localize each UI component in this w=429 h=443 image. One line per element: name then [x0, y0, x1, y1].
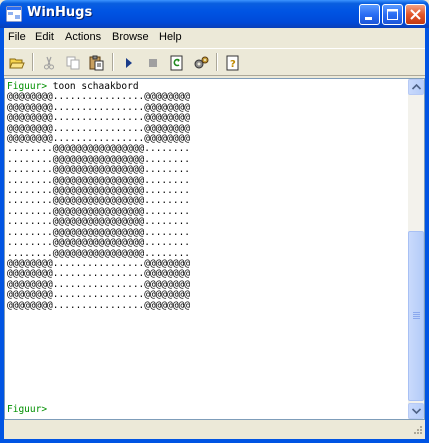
menu-bar: File Edit Actions Browse Help — [4, 28, 425, 48]
console-line: @@@@@@@@................@@@@@@@@ — [7, 101, 191, 113]
console-line: @@@@@@@@................@@@@@@@@ — [7, 133, 191, 145]
minimize-button[interactable] — [359, 4, 380, 25]
grip-line — [413, 314, 420, 315]
input-prompt[interactable]: Figuur> — [7, 404, 47, 415]
reload-button[interactable] — [166, 52, 188, 74]
console-line: ........@@@@@@@@@@@@@@@@........ — [7, 205, 191, 217]
stop-button[interactable] — [142, 52, 164, 74]
vertical-scrollbar[interactable] — [408, 79, 424, 419]
help-button[interactable]: ? — [222, 52, 244, 74]
copy-button[interactable] — [62, 52, 84, 74]
cut-button[interactable] — [38, 52, 60, 74]
console-line: ........@@@@@@@@@@@@@@@@........ — [7, 185, 191, 197]
console-line: @@@@@@@@................@@@@@@@@ — [7, 112, 191, 124]
menu-file[interactable]: File — [8, 31, 26, 43]
console-line: ........@@@@@@@@@@@@@@@@........ — [7, 143, 191, 155]
console-line: @@@@@@@@................@@@@@@@@ — [7, 91, 191, 103]
console-prompt: Figuur> — [7, 81, 48, 92]
window-frame-right — [425, 28, 429, 443]
console-output[interactable]: Figuur> toon schaakbord @@@@@@@@........… — [4, 78, 425, 420]
console-line: @@@@@@@@................@@@@@@@@ — [7, 289, 191, 301]
minimize-icon — [365, 17, 372, 20]
grip-line — [413, 312, 420, 313]
run-icon — [126, 58, 132, 68]
reload-icon — [170, 55, 183, 71]
console-line: ........@@@@@@@@@@@@@@@@........ — [7, 195, 191, 207]
svg-text:?: ? — [230, 59, 236, 70]
console-line: @@@@@@@@................@@@@@@@@ — [7, 299, 191, 311]
console-line: @@@@@@@@................@@@@@@@@ — [7, 122, 191, 134]
copy-icon — [66, 56, 80, 70]
grip-line — [413, 318, 420, 319]
paste-icon — [89, 55, 104, 71]
chessboard-output: @@@@@@@@................@@@@@@@@ @@@@@@@… — [7, 91, 191, 311]
console-line: ........@@@@@@@@@@@@@@@@........ — [7, 174, 191, 186]
toolbar-separator — [216, 53, 218, 71]
maximize-button[interactable] — [382, 4, 403, 25]
stop-icon — [149, 59, 157, 67]
winhugs-window: WinHugs File Edit Actions Browse Help ? … — [0, 0, 429, 443]
console-line: ........@@@@@@@@@@@@@@@@........ — [7, 226, 191, 238]
console-line: @@@@@@@@................@@@@@@@@ — [7, 278, 191, 290]
chevron-down-icon — [412, 408, 421, 414]
console-line: ........@@@@@@@@@@@@@@@@........ — [7, 164, 191, 176]
menu-help[interactable]: Help — [159, 31, 182, 43]
scroll-thumb[interactable] — [408, 231, 424, 401]
title-bar[interactable]: WinHugs — [0, 0, 429, 28]
scroll-down-button[interactable] — [408, 403, 424, 419]
chevron-up-icon — [412, 84, 421, 90]
app-icon[interactable] — [5, 5, 23, 23]
options-icon — [194, 56, 209, 69]
menu-browse[interactable]: Browse — [112, 31, 149, 43]
status-bar — [4, 421, 425, 439]
toolbar-separator — [32, 53, 34, 71]
console-line: ........@@@@@@@@@@@@@@@@........ — [7, 237, 191, 249]
console-line: ........@@@@@@@@@@@@@@@@........ — [7, 216, 191, 228]
options-button[interactable] — [190, 52, 212, 74]
resize-grip-icon[interactable] — [411, 425, 423, 437]
console-line: ........@@@@@@@@@@@@@@@@........ — [7, 247, 191, 259]
close-icon — [410, 9, 421, 20]
window-frame-bottom — [0, 439, 429, 443]
cut-icon — [44, 56, 54, 70]
console-line: @@@@@@@@................@@@@@@@@ — [7, 257, 191, 269]
window-title: WinHugs — [27, 5, 93, 20]
open-button[interactable] — [6, 52, 28, 74]
paste-button[interactable] — [86, 52, 108, 74]
maximize-icon — [387, 9, 398, 20]
close-button[interactable] — [405, 4, 426, 25]
console-text: Figuur> toon schaakbord @@@@@@@@........… — [7, 81, 407, 311]
toolbar-separator — [112, 53, 114, 71]
console-line: ........@@@@@@@@@@@@@@@@........ — [7, 153, 191, 165]
run-button[interactable] — [118, 52, 140, 74]
open-icon — [9, 58, 25, 69]
help-icon: ? — [226, 55, 239, 71]
grip-line — [413, 316, 420, 317]
scroll-up-button[interactable] — [408, 79, 424, 95]
console-line: @@@@@@@@................@@@@@@@@ — [7, 268, 191, 280]
toolbar: ? — [4, 48, 425, 76]
menu-actions[interactable]: Actions — [65, 31, 101, 43]
menu-edit[interactable]: Edit — [35, 31, 54, 43]
console-command: toon schaakbord — [47, 81, 139, 92]
